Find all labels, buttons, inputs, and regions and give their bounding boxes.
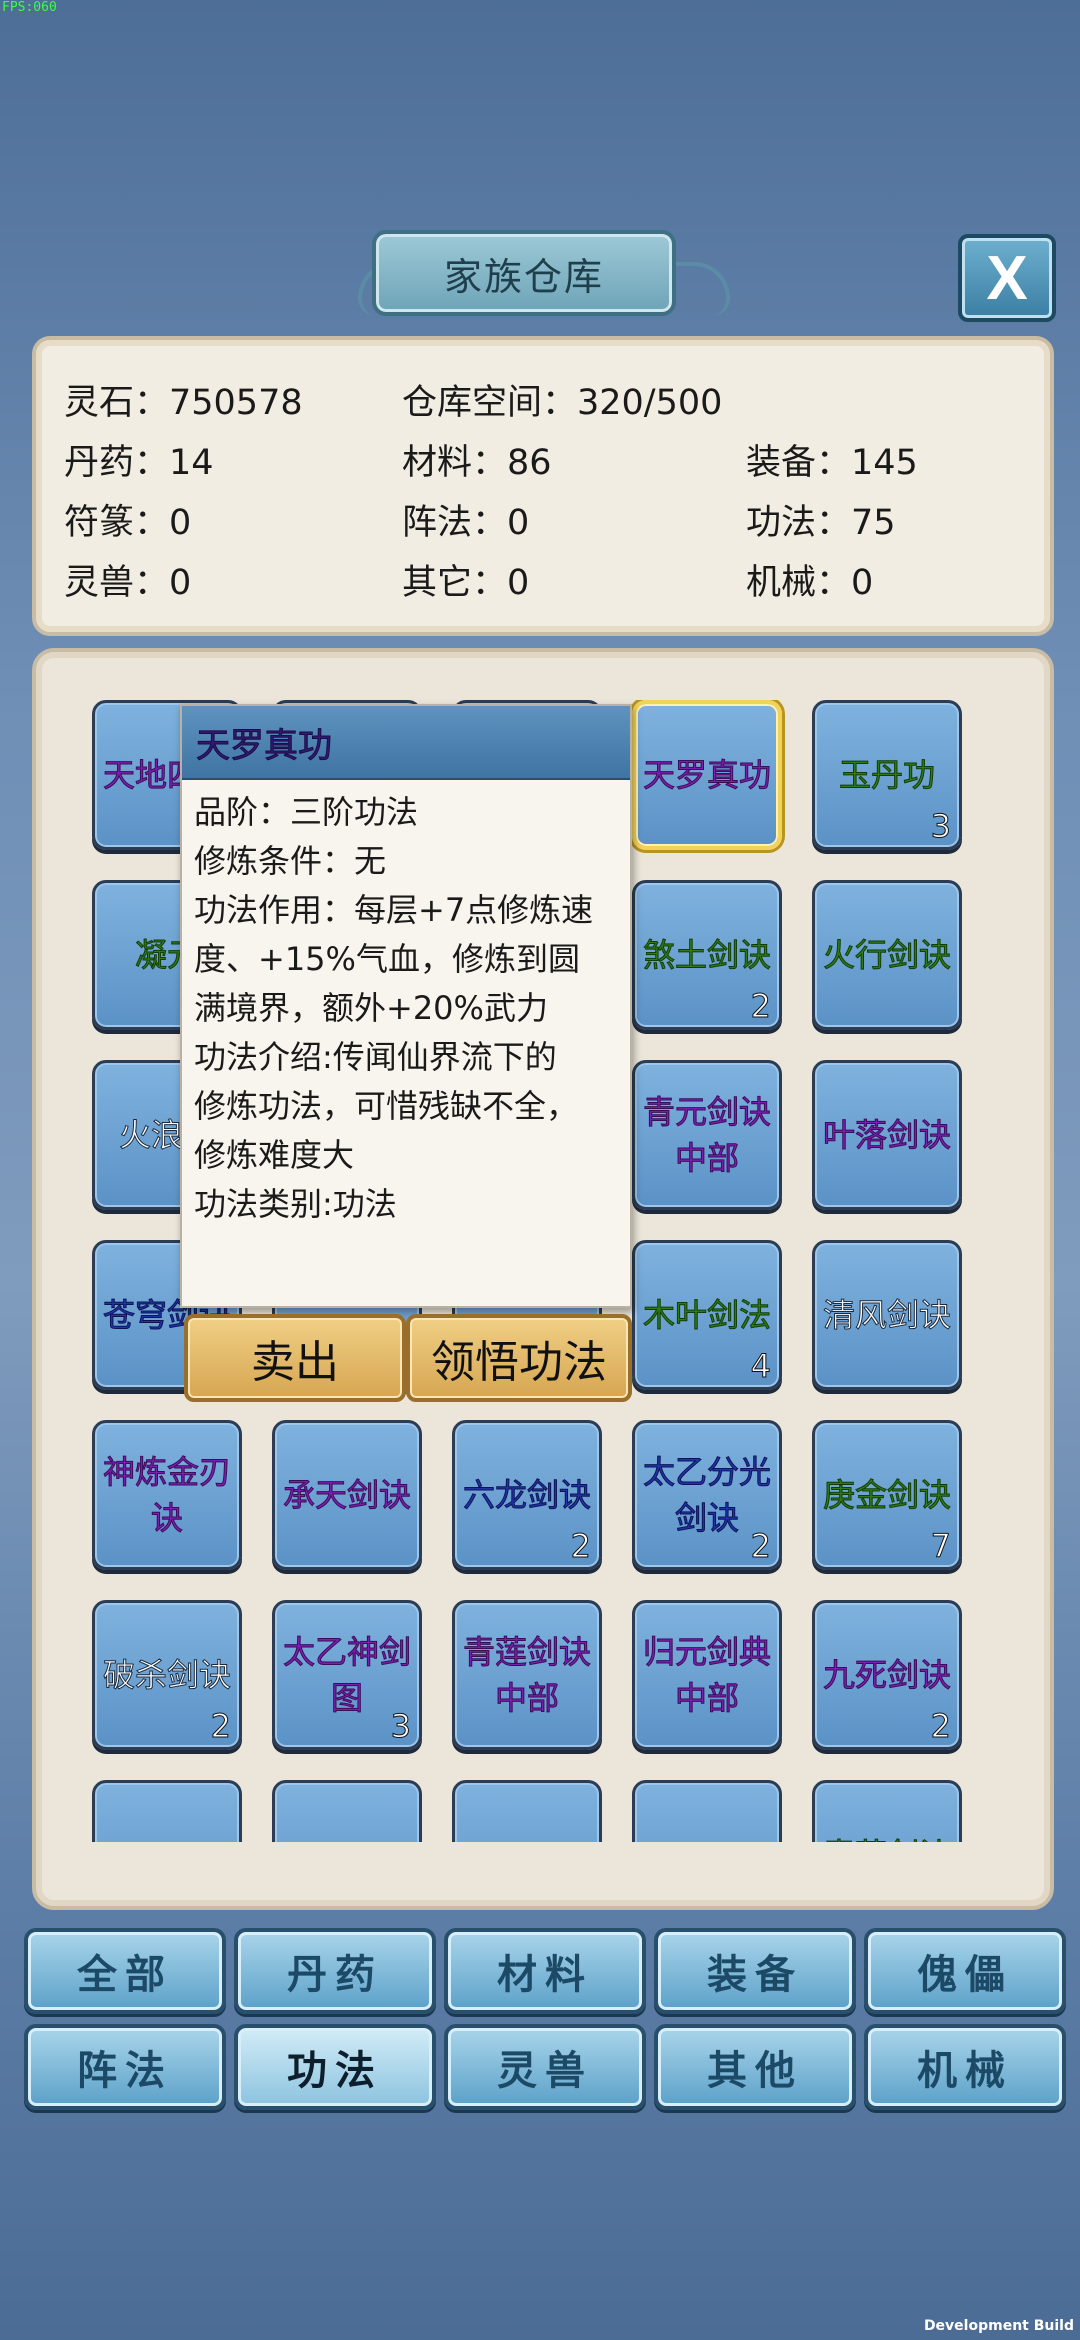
tooltip-line: 修炼条件：无 <box>194 842 387 880</box>
item-slot[interactable]: 太乙分光剑诀 2 <box>632 1420 782 1570</box>
stat-materials: 材料：86 <box>402 443 552 483</box>
item-slot[interactable]: 太乙神剑图 3 <box>272 1600 422 1750</box>
item-count: 4 <box>750 1347 771 1386</box>
sell-button[interactable]: 卖出 <box>184 1314 406 1402</box>
item-name: 神炼金刃诀 <box>102 1453 231 1538</box>
stat-techniques: 功法：75 <box>746 503 896 543</box>
item-count: 2 <box>750 1527 771 1566</box>
item-slot[interactable]: 天罗真功 <box>632 700 782 850</box>
item-slot[interactable]: 叶落剑诀 <box>812 1060 962 1210</box>
item-name: 归元剑典中部 <box>642 1633 771 1718</box>
item-name: 青莲剑诀 <box>815 1783 959 1843</box>
item-slot[interactable]: 承天剑诀 <box>272 1420 422 1570</box>
item-slot[interactable]: 玉丹功 3 <box>812 700 962 850</box>
item-slot[interactable]: 破杀剑诀 2 <box>92 1600 242 1750</box>
page-title: 家族仓库 <box>443 254 604 299</box>
stats-panel: 灵石：750578 仓库空间：320/500 丹药：14 材料：86 装备：14… <box>32 336 1054 636</box>
close-button[interactable]: X <box>958 234 1056 322</box>
item-name: 清风剑诀 <box>822 1296 951 1335</box>
item-count: 3 <box>930 807 951 846</box>
item-name: 火行剑诀 <box>822 936 951 975</box>
stat-machines: 机械：0 <box>746 563 874 603</box>
item-count: 3 <box>390 1707 411 1746</box>
item-slot[interactable]: 木叶剑法 4 <box>632 1240 782 1390</box>
item-name: 青元剑诀中部 <box>642 1093 771 1178</box>
stat-pills: 丹药：14 <box>64 443 214 483</box>
stat-formations: 阵法：0 <box>402 503 530 543</box>
item-slot[interactable] <box>272 1780 422 1842</box>
tooltip-title: 天罗真功 <box>182 706 630 780</box>
stat-others: 其它：0 <box>402 563 530 603</box>
tab-1[interactable]: 丹药 <box>234 1928 436 2014</box>
item-slot[interactable]: 六龙剑诀 2 <box>452 1420 602 1570</box>
item-slot[interactable] <box>632 1780 782 1842</box>
tooltip-line: 功法类别:功法 <box>194 1185 397 1223</box>
item-slot[interactable] <box>452 1780 602 1842</box>
item-count: 2 <box>570 1527 591 1566</box>
item-name: 青莲剑诀中部 <box>462 1633 591 1718</box>
item-name <box>455 1783 599 1842</box>
tab-2[interactable]: 材料 <box>444 1928 646 2014</box>
learn-technique-button[interactable]: 领悟功法 <box>406 1314 632 1402</box>
tab-5[interactable]: 阵法 <box>24 2024 226 2110</box>
tooltip-line: 功法介绍:传闻仙界流下的 <box>194 1038 557 1076</box>
item-slot[interactable] <box>92 1780 242 1842</box>
item-name <box>635 1783 779 1842</box>
item-slot[interactable]: 九死剑诀 2 <box>812 1600 962 1750</box>
tab-9[interactable]: 机械 <box>864 2024 1066 2110</box>
tab-7[interactable]: 灵兽 <box>444 2024 646 2110</box>
tooltip-line: 功法作用：每层+7点修炼速 <box>194 891 594 929</box>
item-slot[interactable]: 清风剑诀 <box>812 1240 962 1390</box>
item-slot[interactable]: 神炼金刃诀 <box>92 1420 242 1570</box>
item-slot[interactable]: 青莲剑诀中部 <box>452 1600 602 1750</box>
tab-6[interactable]: 功法 <box>234 2024 436 2110</box>
stat-storage: 仓库空间：320/500 <box>402 383 723 423</box>
item-slot[interactable]: 青元剑诀中部 <box>632 1060 782 1210</box>
stat-spirit-stone: 灵石：750578 <box>64 383 303 423</box>
item-count: 2 <box>210 1707 231 1746</box>
stat-equipment: 装备：145 <box>746 443 918 483</box>
stat-talismans: 符篆：0 <box>64 503 192 543</box>
tooltip-line: 修炼难度大 <box>194 1136 355 1174</box>
stat-beasts: 灵兽：0 <box>64 563 192 603</box>
item-name: 天罗真功 <box>642 756 771 795</box>
item-slot[interactable]: 青莲剑诀 <box>812 1780 962 1842</box>
item-tooltip: 天罗真功 品阶：三阶功法 修炼条件：无功法作用：每层+7点修炼速 度、+15%气血，… <box>180 704 632 1308</box>
item-name <box>275 1783 419 1842</box>
tooltip-line: 满境界，额外+20%武力 <box>194 989 548 1027</box>
item-slot[interactable]: 煞土剑诀 2 <box>632 880 782 1030</box>
title-plate: 家族仓库 <box>372 230 676 316</box>
tab-8[interactable]: 其他 <box>654 2024 856 2110</box>
dev-build-label: Development Build <box>923 2318 1074 2334</box>
item-slot[interactable]: 庚金剑诀 7 <box>812 1420 962 1570</box>
tooltip-line: 品阶：三阶功法 <box>194 793 419 831</box>
item-count: 2 <box>750 987 771 1026</box>
tab-3[interactable]: 装备 <box>654 1928 856 2014</box>
item-name <box>95 1783 239 1842</box>
tab-0[interactable]: 全部 <box>24 1928 226 2014</box>
tab-4[interactable]: 傀儡 <box>864 1928 1066 2014</box>
tooltip-body: 品阶：三阶功法 修炼条件：无功法作用：每层+7点修炼速 度、+15%气血，修炼到圆满… <box>182 780 630 1237</box>
item-count: 7 <box>930 1527 951 1566</box>
tooltip-line: 度、+15%气血，修炼到圆 <box>194 940 580 978</box>
item-name: 承天剑诀 <box>282 1476 411 1515</box>
fps-counter: FPS:060 <box>2 0 57 15</box>
item-name: 叶落剑诀 <box>822 1116 951 1155</box>
tooltip-line: 修炼功法，可惜残缺不全， <box>194 1087 579 1125</box>
item-slot[interactable]: 火行剑诀 <box>812 880 962 1030</box>
item-slot[interactable]: 归元剑典中部 <box>632 1600 782 1750</box>
item-count: 2 <box>930 1707 951 1746</box>
